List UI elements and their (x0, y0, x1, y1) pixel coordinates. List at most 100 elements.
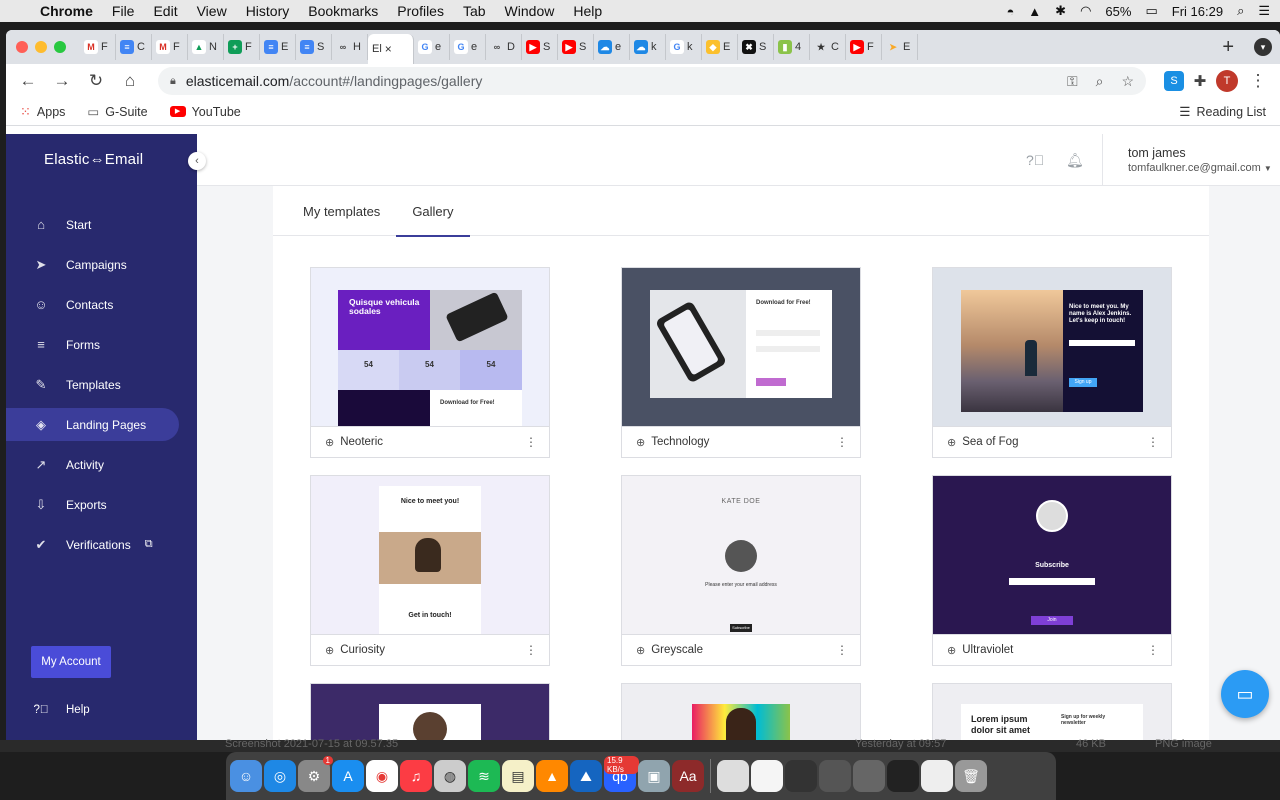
key-icon[interactable]: ⚿ (1067, 73, 1078, 90)
trash-icon[interactable]: 🗑︎ (955, 760, 987, 792)
sidebar-item-forms[interactable]: ≡ Forms (6, 328, 197, 361)
control-center-icon[interactable]: ☰ (1258, 3, 1270, 19)
template-thumbnail[interactable]: Download for Free! (622, 268, 860, 426)
browser-tab[interactable]: ∞ D (486, 34, 522, 60)
minimized-window-icon[interactable] (819, 760, 851, 792)
menu-history[interactable]: History (246, 3, 290, 19)
browser-tab[interactable]: ▶ F (846, 34, 882, 60)
more-options-icon[interactable]: ⋮ (836, 643, 848, 657)
dictionary-icon[interactable]: Aa (672, 760, 704, 792)
finder-icon[interactable]: ☺ (230, 760, 262, 792)
browser-tab[interactable]: ✖ S (738, 34, 774, 60)
chevron-down-icon[interactable]: ▼ (1264, 164, 1272, 173)
sidebar-item-verifications[interactable]: ✔ Verifications ⧉ (6, 528, 197, 561)
bookmark-star-icon[interactable]: ☆ (1121, 73, 1134, 90)
template-thumbnail[interactable]: Subscribe Join (933, 476, 1171, 634)
menu-window[interactable]: Window (505, 3, 555, 19)
more-options-icon[interactable]: ⋮ (836, 435, 848, 449)
browser-tab[interactable]: Gk (666, 34, 702, 60)
bookmark-g-suite[interactable]: ▭ G-Suite (87, 104, 147, 120)
browser-tab[interactable]: ☁ e (594, 34, 630, 60)
notification-bell-icon[interactable]: 🔔︎ (1066, 152, 1084, 168)
tab-gallery[interactable]: Gallery (396, 186, 470, 237)
more-options-icon[interactable]: ⋮ (525, 643, 537, 657)
user-name[interactable]: tom james (1128, 146, 1186, 160)
browser-tab[interactable]: ≡ C (116, 34, 152, 60)
vlc-status-icon[interactable]: ▲ (1028, 4, 1041, 19)
minimized-window-icon[interactable] (717, 760, 749, 792)
minimized-window-icon[interactable] (751, 760, 783, 792)
tab-my-templates[interactable]: My templates (303, 186, 380, 236)
disk-utility-icon[interactable]: ◍ (434, 760, 466, 792)
template-card-partial[interactable] (621, 683, 861, 740)
sidebar-item-help[interactable]: ?⃝ Help (32, 704, 89, 716)
menu-view[interactable]: View (197, 3, 227, 19)
browser-tab[interactable]: ≡ E (260, 34, 296, 60)
music-icon[interactable]: ♫ (400, 760, 432, 792)
profile-avatar[interactable]: T (1216, 70, 1238, 92)
close-window-button[interactable] (16, 41, 28, 53)
sidebar-item-templates[interactable]: ✎ Templates (6, 368, 197, 401)
menu-help[interactable]: Help (573, 3, 602, 19)
battery-icon[interactable]: ▭ (1145, 3, 1157, 19)
browser-tab[interactable]: ◆ E (702, 34, 738, 60)
browser-tab[interactable]: MF (80, 34, 116, 60)
clock[interactable]: Fri 16:29 (1172, 4, 1223, 19)
template-card-neoteric[interactable]: Quisque vehicula sodales 54 54 54 Downlo… (310, 267, 550, 458)
template-thumbnail[interactable]: Nice to meet you. My name is Alex Jenkin… (933, 268, 1171, 426)
sidebar-item-contacts[interactable]: ☺ Contacts (6, 288, 197, 321)
reload-icon[interactable]: ↻ (82, 67, 110, 95)
template-thumbnail[interactable] (622, 684, 860, 740)
more-options-icon[interactable]: ⋮ (1147, 435, 1159, 449)
app-store-icon[interactable]: A (332, 760, 364, 792)
template-card-technology[interactable]: Download for Free! ⊕ Technology ⋮ (621, 267, 861, 458)
zoom-icon[interactable]: ⌕ (1096, 73, 1104, 90)
user-email[interactable]: tomfaulkner.ce@gmail.com ▼ (1128, 162, 1272, 174)
zoom-window-button[interactable] (54, 41, 66, 53)
forward-icon[interactable]: → (48, 67, 76, 95)
my-account-button[interactable]: My Account (31, 646, 111, 678)
sidebar-item-campaigns[interactable]: ➤ Campaigns (6, 248, 197, 281)
menu-bookmarks[interactable]: Bookmarks (308, 3, 378, 19)
browser-tab[interactable]: ▶ S (558, 34, 594, 60)
sidebar-item-exports[interactable]: ⇩ Exports (6, 488, 197, 521)
external-link-icon[interactable]: ⧉ (145, 538, 153, 551)
spotify-icon[interactable]: ≋ (468, 760, 500, 792)
menu-app-name[interactable]: Chrome (40, 3, 93, 19)
creative-cloud-icon[interactable]: ◓ (1006, 4, 1014, 19)
vlc-icon[interactable]: ▲ (536, 760, 568, 792)
browser-tab[interactable]: ≡ S (296, 34, 332, 60)
bookmark-apps[interactable]: ⁙ Apps (20, 104, 65, 120)
more-options-icon[interactable]: ⋮ (525, 435, 537, 449)
browser-tab[interactable]: ▮ 4 (774, 34, 810, 60)
preview-icon[interactable]: ▣ (638, 760, 670, 792)
template-thumbnail[interactable]: Nice to meet you! Get in touch! (311, 476, 549, 634)
reading-list-button[interactable]: ☰ Reading List (1179, 104, 1266, 120)
elastic-email-logo[interactable]: Elastic⇔Email (44, 151, 143, 168)
nordvpn-icon[interactable]: ⛰ (570, 760, 602, 792)
more-options-icon[interactable]: ⋮ (1147, 643, 1159, 657)
template-card-ultraviolet[interactable]: Subscribe Join ⊕ Ultraviolet ⋮ (932, 475, 1172, 666)
bookmark-youtube[interactable]: ▶ YouTube (169, 105, 241, 119)
system-preferences-icon[interactable]: ⚙ 1 (298, 756, 333, 792)
sidebar-item-start[interactable]: ⌂ Start (6, 208, 197, 241)
template-thumbnail[interactable] (311, 684, 549, 740)
qbittorrent-icon[interactable]: qb 15.9 KB/s (604, 756, 639, 792)
minimized-window-icon[interactable] (785, 760, 817, 792)
browser-tab[interactable]: Ge (450, 34, 486, 60)
browser-tab[interactable]: MF (152, 34, 188, 60)
chrome-menu-icon[interactable]: ⋮ (1244, 67, 1272, 95)
browser-tab[interactable]: ∞ H (332, 34, 368, 60)
template-card-greyscale[interactable]: KATE DOE Please enter your email address… (621, 475, 861, 666)
chat-support-icon[interactable]: ▭ (1221, 670, 1269, 718)
chrome-icon[interactable]: ◉ (366, 760, 398, 792)
sidebar-item-landing-pages[interactable]: ◈ Landing Pages (6, 408, 179, 441)
browser-tab[interactable]: ☁ k (630, 34, 666, 60)
minimized-window-icon[interactable] (887, 760, 919, 792)
browser-tab[interactable]: + F (224, 34, 260, 60)
minimized-window-icon[interactable] (921, 760, 953, 792)
browser-tab[interactable]: ➤ E (882, 34, 918, 60)
extensions-puzzle-icon[interactable]: ✚ (1190, 71, 1210, 91)
tab-search-icon[interactable]: ▾ (1254, 38, 1272, 56)
template-card-sea-of-fog[interactable]: Nice to meet you. My name is Alex Jenkin… (932, 267, 1172, 458)
